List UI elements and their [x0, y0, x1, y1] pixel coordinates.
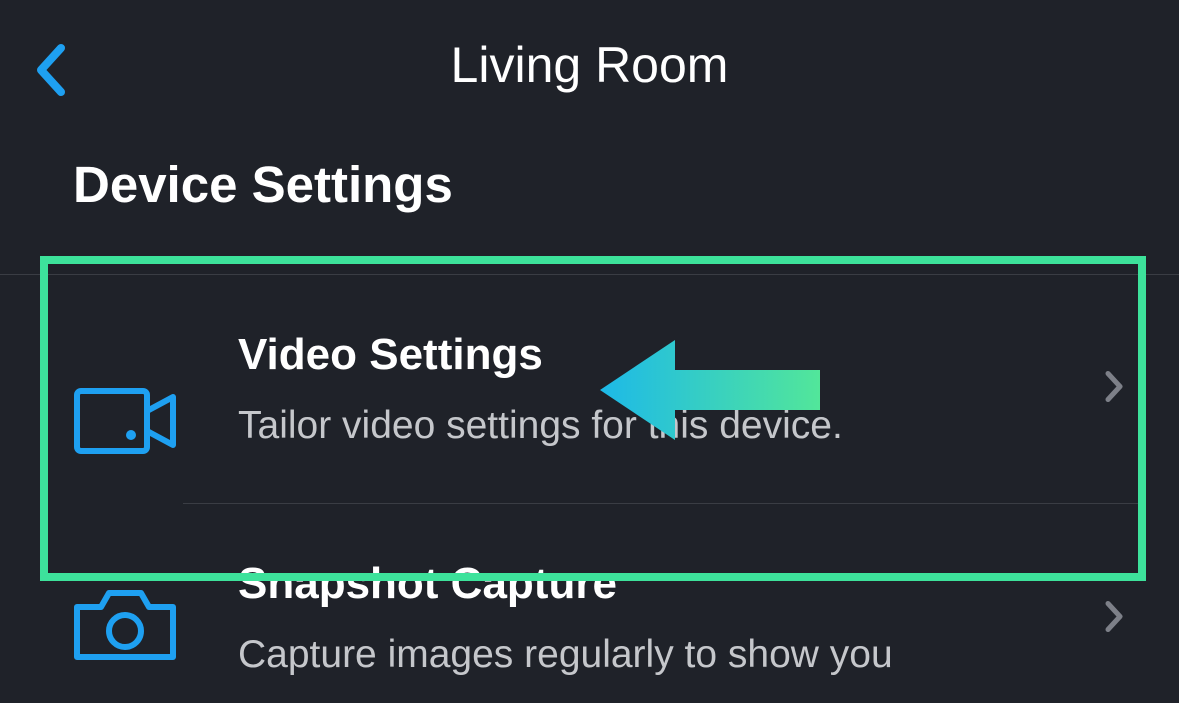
list-item-video-settings[interactable]: Video Settings Tailor video settings for…: [0, 275, 1179, 504]
camera-icon: [73, 575, 183, 665]
chevron-right-icon: [1104, 370, 1124, 409]
chevron-left-icon: [35, 44, 65, 96]
header-bar: Living Room: [0, 0, 1179, 130]
video-camera-icon: [73, 377, 183, 457]
item-title: Video Settings: [238, 330, 1059, 380]
chevron-right-icon: [1104, 600, 1124, 639]
item-subtitle: Tailor video settings for this device.: [238, 400, 1059, 453]
back-button[interactable]: [25, 40, 75, 100]
settings-list: Video Settings Tailor video settings for…: [0, 274, 1179, 681]
page-title: Living Room: [0, 36, 1179, 94]
list-item-snapshot-capture[interactable]: Snapshot Capture Capture images regularl…: [0, 504, 1179, 682]
section-heading: Device Settings: [0, 130, 1179, 274]
item-subtitle: Capture images regularly to show you: [238, 629, 1059, 682]
item-title: Snapshot Capture: [238, 559, 1059, 609]
